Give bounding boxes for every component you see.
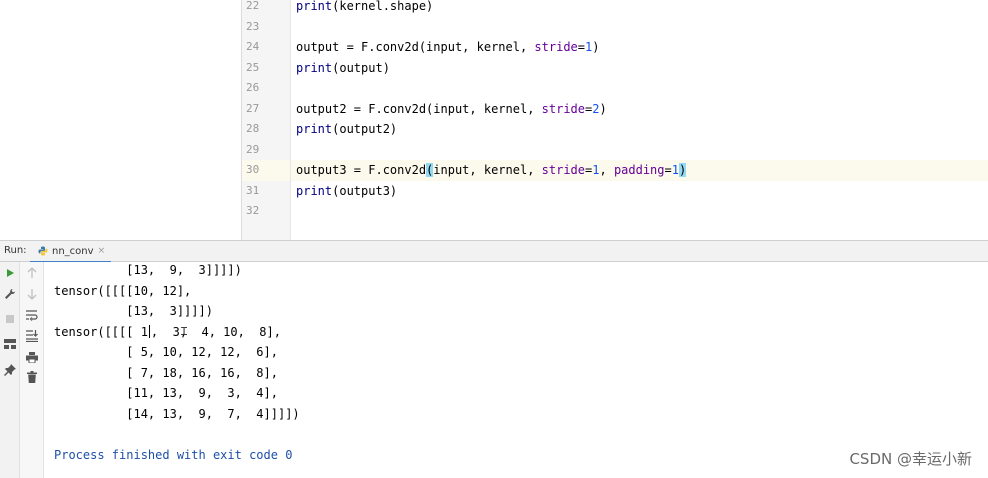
wrench-icon[interactable]: [3, 287, 17, 301]
console-line: [13, 3]]]]): [54, 304, 213, 318]
code-text: output2 = F.conv2d(input, kernel,: [296, 101, 542, 116]
arrow-up-icon[interactable]: [25, 266, 39, 280]
line-number: 22: [246, 0, 260, 12]
console-line-with-caret: tensor([[[[ 1, 3, 4, 10, 8],: [54, 322, 281, 343]
line-number-gutter: 22 23 24 25 26 27 28 29 30 31 32: [241, 0, 291, 240]
code-text: output = F.conv2d(input, kernel,: [296, 40, 535, 54]
code-area[interactable]: print(kernel.shape) output = F.conv2d(in…: [291, 0, 988, 240]
line-number: 28: [246, 122, 260, 135]
builtin-print: print: [296, 183, 333, 198]
code-text: (output2): [332, 122, 398, 136]
line-number: 29: [246, 142, 260, 156]
code-text: (kernel.shape): [332, 0, 434, 13]
line-number: 25: [246, 60, 260, 74]
line-number-current: 30: [242, 160, 290, 181]
arrow-down-icon[interactable]: [25, 287, 39, 301]
code-editor[interactable]: 22 23 24 25 26 27 28 29 30 31 32 print(k…: [0, 0, 988, 240]
console-line: tensor([[[[10, 12],: [54, 283, 192, 298]
ibeam-cursor-icon: Ɪ: [181, 325, 188, 338]
param-name: stride: [541, 101, 585, 116]
code-text: ,: [599, 163, 614, 177]
builtin-print: print: [296, 122, 333, 136]
run-tool-window-header: Run: nn_conv ×: [0, 240, 988, 263]
pin-icon[interactable]: [3, 363, 17, 377]
line-number: 24: [246, 40, 260, 53]
code-text: (output): [332, 60, 390, 75]
param-name: stride: [541, 163, 586, 177]
close-tab-icon[interactable]: ×: [98, 246, 106, 256]
param-name: padding: [613, 163, 665, 177]
run-toolbar-primary: [0, 262, 20, 478]
play-icon[interactable]: [3, 266, 17, 280]
run-console-output[interactable]: [13, 9, 3]]]]) tensor([[[[10, 12], [13, …: [44, 262, 988, 478]
line-number: 23: [246, 19, 260, 33]
run-label: Run:: [4, 245, 27, 256]
process-exit-message: Process finished with exit code 0: [54, 447, 293, 462]
scroll-to-end-icon[interactable]: [25, 329, 39, 343]
builtin-print: print: [296, 60, 333, 75]
console-line: [11, 13, 9, 3, 4],: [54, 386, 278, 400]
soft-wrap-icon[interactable]: [25, 308, 39, 322]
code-line-28[interactable]: print(output2): [291, 119, 988, 140]
code-text: output3 = F.conv2d: [296, 163, 427, 177]
code-line-22[interactable]: print(kernel.shape): [291, 0, 988, 17]
trash-icon[interactable]: [25, 370, 39, 384]
line-number: 32: [246, 204, 260, 217]
stop-icon[interactable]: [3, 312, 17, 326]
builtin-print: print: [296, 0, 333, 13]
console-line: [14, 13, 9, 7, 4]]]]): [54, 406, 300, 421]
line-number: 26: [246, 81, 260, 94]
watermark: CSDN @幸运小新: [849, 450, 972, 468]
python-icon: [38, 246, 48, 256]
code-line-27[interactable]: output2 = F.conv2d(input, kernel, stride…: [291, 99, 988, 120]
code-text: ): [592, 40, 600, 54]
line-number: 31: [246, 183, 260, 197]
console-line: [ 5, 10, 12, 12, 6],: [54, 345, 278, 359]
code-text: =: [664, 163, 672, 177]
console-text: tensor([[[[ 1: [54, 324, 148, 339]
code-line-25[interactable]: print(output): [291, 58, 988, 79]
run-tab-label: nn_conv: [52, 245, 94, 257]
code-line-30-current[interactable]: output3 = F.conv2d(input, kernel, stride…: [291, 160, 988, 181]
code-text: =: [577, 40, 586, 54]
run-toolbar-secondary: [20, 262, 44, 478]
console-line: [ 7, 18, 16, 16, 8],: [54, 365, 278, 380]
editor-left-blank: [0, 0, 241, 240]
code-text: (output3): [332, 183, 398, 198]
number-literal: 1: [671, 163, 679, 177]
code-text: input, kernel,: [433, 163, 542, 177]
param-name: stride: [534, 40, 578, 54]
print-icon[interactable]: [25, 350, 39, 364]
code-line-24[interactable]: output = F.conv2d(input, kernel, stride=…: [291, 37, 988, 58]
text-caret: [148, 324, 150, 338]
line-number: 27: [246, 101, 260, 115]
code-text: ): [599, 101, 607, 116]
layout-icon[interactable]: [3, 337, 17, 351]
matched-paren-close: ): [678, 163, 687, 177]
code-line-31[interactable]: print(output3): [291, 181, 988, 202]
console-line: [13, 9, 3]]]]): [54, 263, 242, 277]
console-text: , 3, 4, 10, 8],: [150, 324, 281, 339]
